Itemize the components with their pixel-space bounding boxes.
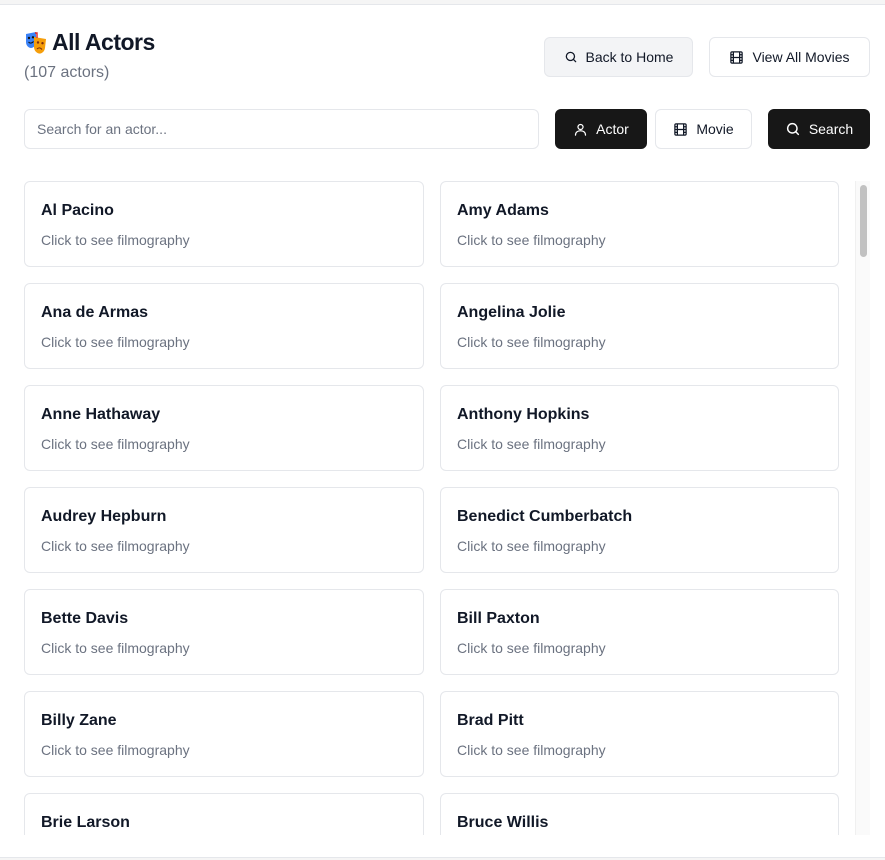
search-input[interactable] [24,109,539,149]
actor-list-scrollbar[interactable] [855,181,870,835]
actor-card[interactable]: Audrey Hepburn Click to see filmography [24,487,424,573]
view-all-movies-button[interactable]: View All Movies [709,37,870,77]
actor-card[interactable]: Anthony Hopkins Click to see filmography [440,385,839,471]
actor-card-hint: Click to see filmography [457,436,606,452]
actor-card-hint: Click to see filmography [457,334,606,350]
actor-name: Billy Zane [41,712,117,729]
search-icon [565,51,576,63]
actor-card[interactable]: Amy Adams Click to see filmography [440,181,839,267]
actor-name: Ana de Armas [41,304,148,321]
user-icon [575,123,587,136]
search-mode-movie-label: Movie [696,121,734,137]
actor-card-hint: Click to see filmography [41,232,190,248]
scrollbar-thumb[interactable] [860,185,867,257]
actor-name: Brie Larson [41,814,130,831]
actor-card-hint: Click to see filmography [457,232,606,248]
actor-name: Angelina Jolie [457,304,566,321]
actor-card[interactable]: Bruce WillisClick to see filmography [440,793,839,835]
actor-grid: Al Pacino Click to see filmography Amy Ada… [24,181,839,835]
actor-name: Benedict Cumberbatch [457,508,633,525]
actor-card[interactable]: Al Pacino Click to see filmography [24,181,424,267]
actor-name: Bill Paxton [457,610,540,627]
page-header: All Actors [24,29,155,56]
actor-card[interactable]: Ana de Armas Click to see filmography [24,283,424,369]
search-submit-button[interactable]: Search [768,109,870,149]
actor-card-hint: Click to see filmography [457,538,606,554]
actor-card-hint: Click to see filmography [41,334,190,350]
actor-count: (107 actors) [24,64,110,81]
actor-name: Bette Davis [41,610,129,627]
actor-card[interactable]: Anne Hathaway Click to see filmography [24,385,424,471]
actor-card-hint: Click to see filmography [41,742,190,758]
actor-card[interactable]: Bette Davis Click to see filmography [24,589,424,675]
search-mode-movie-button[interactable]: Movie [655,109,752,149]
back-to-home-button[interactable]: Back to Home [544,37,693,77]
back-to-home-label: Back to Home [585,49,674,65]
actor-name: Bruce Willis [457,814,549,831]
actor-list: Al Pacino Click to see filmography Amy Ada… [24,181,839,835]
actor-name: Anthony Hopkins [457,406,590,423]
actor-card-hint: Click to see filmography [41,640,190,656]
actor-name: Brad Pitt [457,712,524,729]
actor-card-hint: Click to see filmography [41,538,190,554]
actor-name: Al Pacino [41,202,114,219]
actor-card[interactable]: Brad Pitt Click to see filmography [440,691,839,777]
actor-card[interactable]: Benedict Cumberbatch Click to see filmogr… [440,487,839,573]
search-icon [786,122,799,136]
actor-card-hint: Click to see filmography [41,436,190,452]
actor-card[interactable]: Angelina Jolie Click to see filmography [440,283,839,369]
actor-card-hint: Click to see filmography [457,742,606,758]
film-icon [730,50,744,64]
search-mode-actor-button[interactable]: Actor [555,109,647,149]
film-icon [674,122,688,136]
performing-arts-masks-icon [24,31,48,55]
actor-card-hint: Click to see filmography [457,640,606,656]
actor-name: Anne Hathaway [41,406,161,423]
search-mode-actor-label: Actor [596,121,629,137]
actor-name: Audrey Hepburn [41,508,167,525]
view-all-movies-label: View All Movies [752,49,850,65]
actor-card[interactable]: Bill Paxton Click to see filmography [440,589,839,675]
search-submit-label: Search [808,121,854,137]
actor-card[interactable]: Brie LarsonClick to see filmography [24,793,424,835]
actor-name: Amy Adams [457,202,549,219]
actors-page: All Actors (107 actors) Back to Home Vie… [0,4,885,858]
page-title: All Actors [52,29,155,55]
actor-card[interactable]: Billy Zane Click to see filmography [24,691,424,777]
